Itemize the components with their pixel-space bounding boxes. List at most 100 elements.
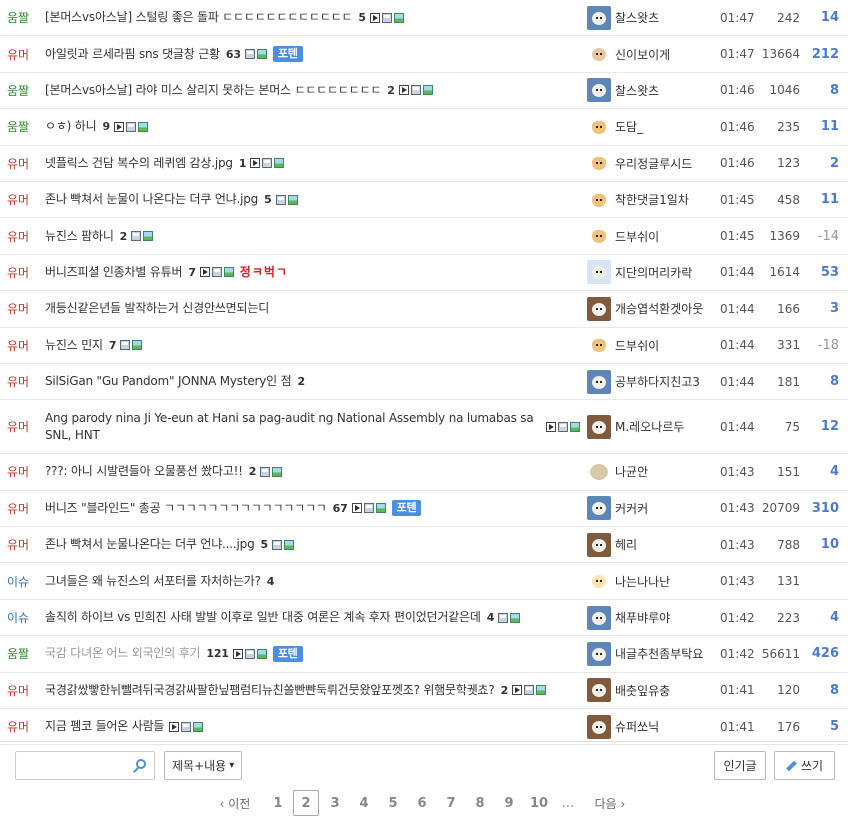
post-title-link[interactable]: 존나 빡쳐서 눈물나온다는 더쿠 언냐....jpg (45, 536, 255, 553)
post-row[interactable]: 움짤 ㅇㅎ) 하니 9 도담_ 01:46 235 11 (0, 109, 848, 146)
post-title-link[interactable]: ???: 아니 시발련들아 오물풍선 쐈다고!! (45, 463, 243, 480)
post-title-link[interactable]: 국감 다녀온 어느 외국인의 후기 (45, 645, 201, 662)
post-author[interactable]: 내글추천좀부탁요 (587, 636, 703, 671)
post-row[interactable]: 유머 뉴진스 민지 7 드부쉬이 01:44 331 -18 (0, 328, 848, 364)
author-name[interactable]: 드부쉬이 (615, 228, 659, 245)
post-row[interactable]: 유머 버니즈 "블라인드" 총공 ㄱㄱㄱㄱㄱㄱㄱㄱㄱㄱㄱㄱㄱㄱㄱ 67 포텐 커커커 01… (0, 491, 848, 528)
post-category[interactable]: 유머 (7, 673, 29, 708)
comment-count[interactable]: 7 (188, 264, 196, 281)
pagination-page[interactable]: 3 (325, 790, 345, 816)
comment-count[interactable]: 2 (297, 373, 305, 390)
post-author[interactable]: 채푸뱌루야 (587, 600, 670, 635)
pagination-next[interactable]: 다음 › (590, 790, 630, 816)
post-category[interactable]: 유머 (7, 291, 29, 326)
post-author[interactable]: 드부쉬이 (587, 218, 659, 253)
post-author[interactable]: M.레오나르두 (587, 400, 684, 453)
post-category[interactable]: 이슈 (7, 563, 29, 598)
author-name[interactable]: 지단의머리카락 (615, 264, 692, 281)
author-name[interactable]: 우리정글루시드 (615, 155, 692, 172)
pagination-page[interactable]: 5 (383, 790, 403, 816)
post-title-link[interactable]: 버니즈피셜 인종차별 유튜버 (45, 264, 183, 281)
pagination-page[interactable]: 7 (441, 790, 461, 816)
post-row[interactable]: 유머 버니즈피셜 인종차별 유튜버 7 정ㅋ벅ㄱ 지단의머리카락 01:44 1614 53 (0, 255, 848, 292)
post-author[interactable]: 도담_ (587, 109, 643, 144)
post-row[interactable]: 유머 존나 빡쳐서 눈물나온다는 더쿠 언냐....jpg 5 헤리 01:43 788 1… (0, 527, 848, 564)
post-author[interactable]: 배춧잎유충 (587, 673, 670, 708)
author-name[interactable]: 신이보이게 (615, 46, 670, 63)
comment-count[interactable]: 2 (501, 682, 509, 699)
pagination-page[interactable]: 8 (470, 790, 490, 816)
comment-count[interactable]: 67 (333, 500, 348, 517)
comment-count[interactable]: 2 (387, 82, 395, 99)
post-author[interactable]: 찰스왓츠 (587, 0, 659, 35)
pagination-page[interactable]: 1 (268, 790, 288, 816)
post-row[interactable]: 이슈 솔직히 하이브 vs 민희진 사태 발발 이후로 일반 대중 여론은 계속 … (0, 600, 848, 637)
pagination-page[interactable]: 10 (526, 790, 552, 816)
post-category[interactable]: 움짤 (7, 636, 29, 671)
post-author[interactable]: 착한댓글1일차 (587, 182, 689, 217)
post-author[interactable]: 드부쉬이 (587, 328, 659, 363)
post-title-link[interactable]: 뉴진스 민지 (45, 337, 103, 354)
author-name[interactable]: 헤리 (615, 536, 637, 553)
comment-count[interactable]: 7 (109, 337, 117, 354)
pagination-current-page[interactable]: 2 (293, 790, 319, 816)
post-title-link[interactable]: 뉴진스 팜하니 (45, 228, 114, 245)
author-name[interactable]: 개승엽석환겟아웃 (615, 300, 703, 317)
post-row[interactable]: 유머 뉴진스 팜하니 2 드부쉬이 01:45 1369 -14 (0, 218, 848, 255)
pagination-page[interactable]: 4 (354, 790, 374, 816)
post-category[interactable]: 움짤 (7, 0, 29, 35)
post-category[interactable]: 유머 (7, 218, 29, 253)
post-author[interactable]: 나는나나난 (587, 563, 670, 598)
post-author[interactable]: 헤리 (587, 527, 637, 562)
author-name[interactable]: M.레오나르두 (615, 418, 684, 435)
search-scope-select[interactable]: 제목+내용 ▾ (164, 751, 242, 780)
pagination-page[interactable]: 6 (412, 790, 432, 816)
post-category[interactable]: 유머 (7, 709, 29, 744)
pagination-page[interactable]: 9 (499, 790, 519, 816)
author-name[interactable]: 도담_ (615, 118, 643, 135)
post-row[interactable]: 이슈 그녀들은 왜 뉴진스의 서포터를 자처하는가? 4 나는나나난 01:43 131 (0, 563, 848, 600)
post-row[interactable]: 유머 ???: 아니 시발련들아 오물풍선 쐈다고!! 2 나균안 01:43 151 4 (0, 454, 848, 491)
comment-count[interactable]: 121 (206, 645, 229, 662)
post-title-link[interactable]: ㅇㅎ) 하니 (45, 118, 97, 135)
post-row[interactable]: 유머 지금 펨코 들어온 사람들 슈퍼쏘닉 01:41 176 5 (0, 709, 848, 746)
post-category[interactable]: 이슈 (7, 600, 29, 635)
post-title-link[interactable]: [본머스vs아스날] 라야 미스 살리지 못하는 본머스 ㄷㄷㄷㄷㄷㄷㄷㄷ (45, 82, 381, 99)
post-title-link[interactable]: 버니즈 "블라인드" 총공 ㄱㄱㄱㄱㄱㄱㄱㄱㄱㄱㄱㄱㄱㄱㄱ (45, 500, 327, 517)
post-row[interactable]: 유머 개등신같은년들 발작하는거 신경안쓰면되는디 개승엽석환겟아웃 01:44 166… (0, 291, 848, 328)
author-name[interactable]: 드부쉬이 (615, 337, 659, 354)
post-row[interactable]: 움짤 국감 다녀온 어느 외국인의 후기 121 포텐 내글추천좀부탁요 01:42 566… (0, 636, 848, 673)
post-title-link[interactable]: [본머스vs아스날] 스털링 좋은 돌파 ㄷㄷㄷㄷㄷㄷㄷㄷㄷㄷㄷㄷ (45, 9, 353, 26)
author-name[interactable]: 착한댓글1일차 (615, 191, 689, 208)
post-category[interactable]: 유머 (7, 527, 29, 562)
author-name[interactable]: 찰스왓츠 (615, 82, 659, 99)
post-category[interactable]: 유머 (7, 364, 29, 399)
post-category[interactable]: 유머 (7, 400, 29, 453)
comment-count[interactable]: 63 (226, 46, 241, 63)
post-title-link[interactable]: 개등신같은년들 발작하는거 신경안쓰면되는디 (45, 300, 269, 317)
author-name[interactable]: 채푸뱌루야 (615, 609, 670, 626)
author-name[interactable]: 찰스왓츠 (615, 9, 659, 26)
post-author[interactable]: 슈퍼쏘닉 (587, 709, 659, 744)
post-category[interactable]: 유머 (7, 491, 29, 526)
popular-button[interactable]: 인기글 (714, 751, 766, 780)
post-row[interactable]: 유머 넷플릭스 건담 복수의 레퀴엠 감상.jpg 1 우리정글루시드 01:46 123… (0, 146, 848, 182)
author-name[interactable]: 나는나나난 (615, 573, 670, 590)
post-title-link[interactable]: 아일릿과 르세라핌 sns 댓글창 근황 (45, 46, 220, 63)
comment-count[interactable]: 2 (249, 463, 257, 480)
post-author[interactable]: 나균안 (587, 454, 648, 489)
comment-count[interactable]: 2 (120, 228, 128, 245)
post-author[interactable]: 공부하다지친고3 (587, 364, 700, 399)
post-author[interactable]: 우리정글루시드 (587, 146, 692, 181)
search-icon[interactable] (136, 759, 146, 769)
post-author[interactable]: 지단의머리카락 (587, 255, 692, 290)
post-category[interactable]: 유머 (7, 182, 29, 217)
comment-count[interactable]: 5 (358, 9, 366, 26)
author-name[interactable]: 커커커 (615, 500, 648, 517)
comment-count[interactable]: 5 (264, 191, 272, 208)
post-title-link[interactable]: 넷플릭스 건담 복수의 레퀴엠 감상.jpg (45, 155, 233, 172)
post-author[interactable]: 찰스왓츠 (587, 73, 659, 108)
search-input[interactable] (15, 751, 155, 780)
post-category[interactable]: 유머 (7, 328, 29, 363)
post-row[interactable]: 움짤 [본머스vs아스날] 스털링 좋은 돌파 ㄷㄷㄷㄷㄷㄷㄷㄷㄷㄷㄷㄷ 5 찰스왓츠… (0, 0, 848, 37)
